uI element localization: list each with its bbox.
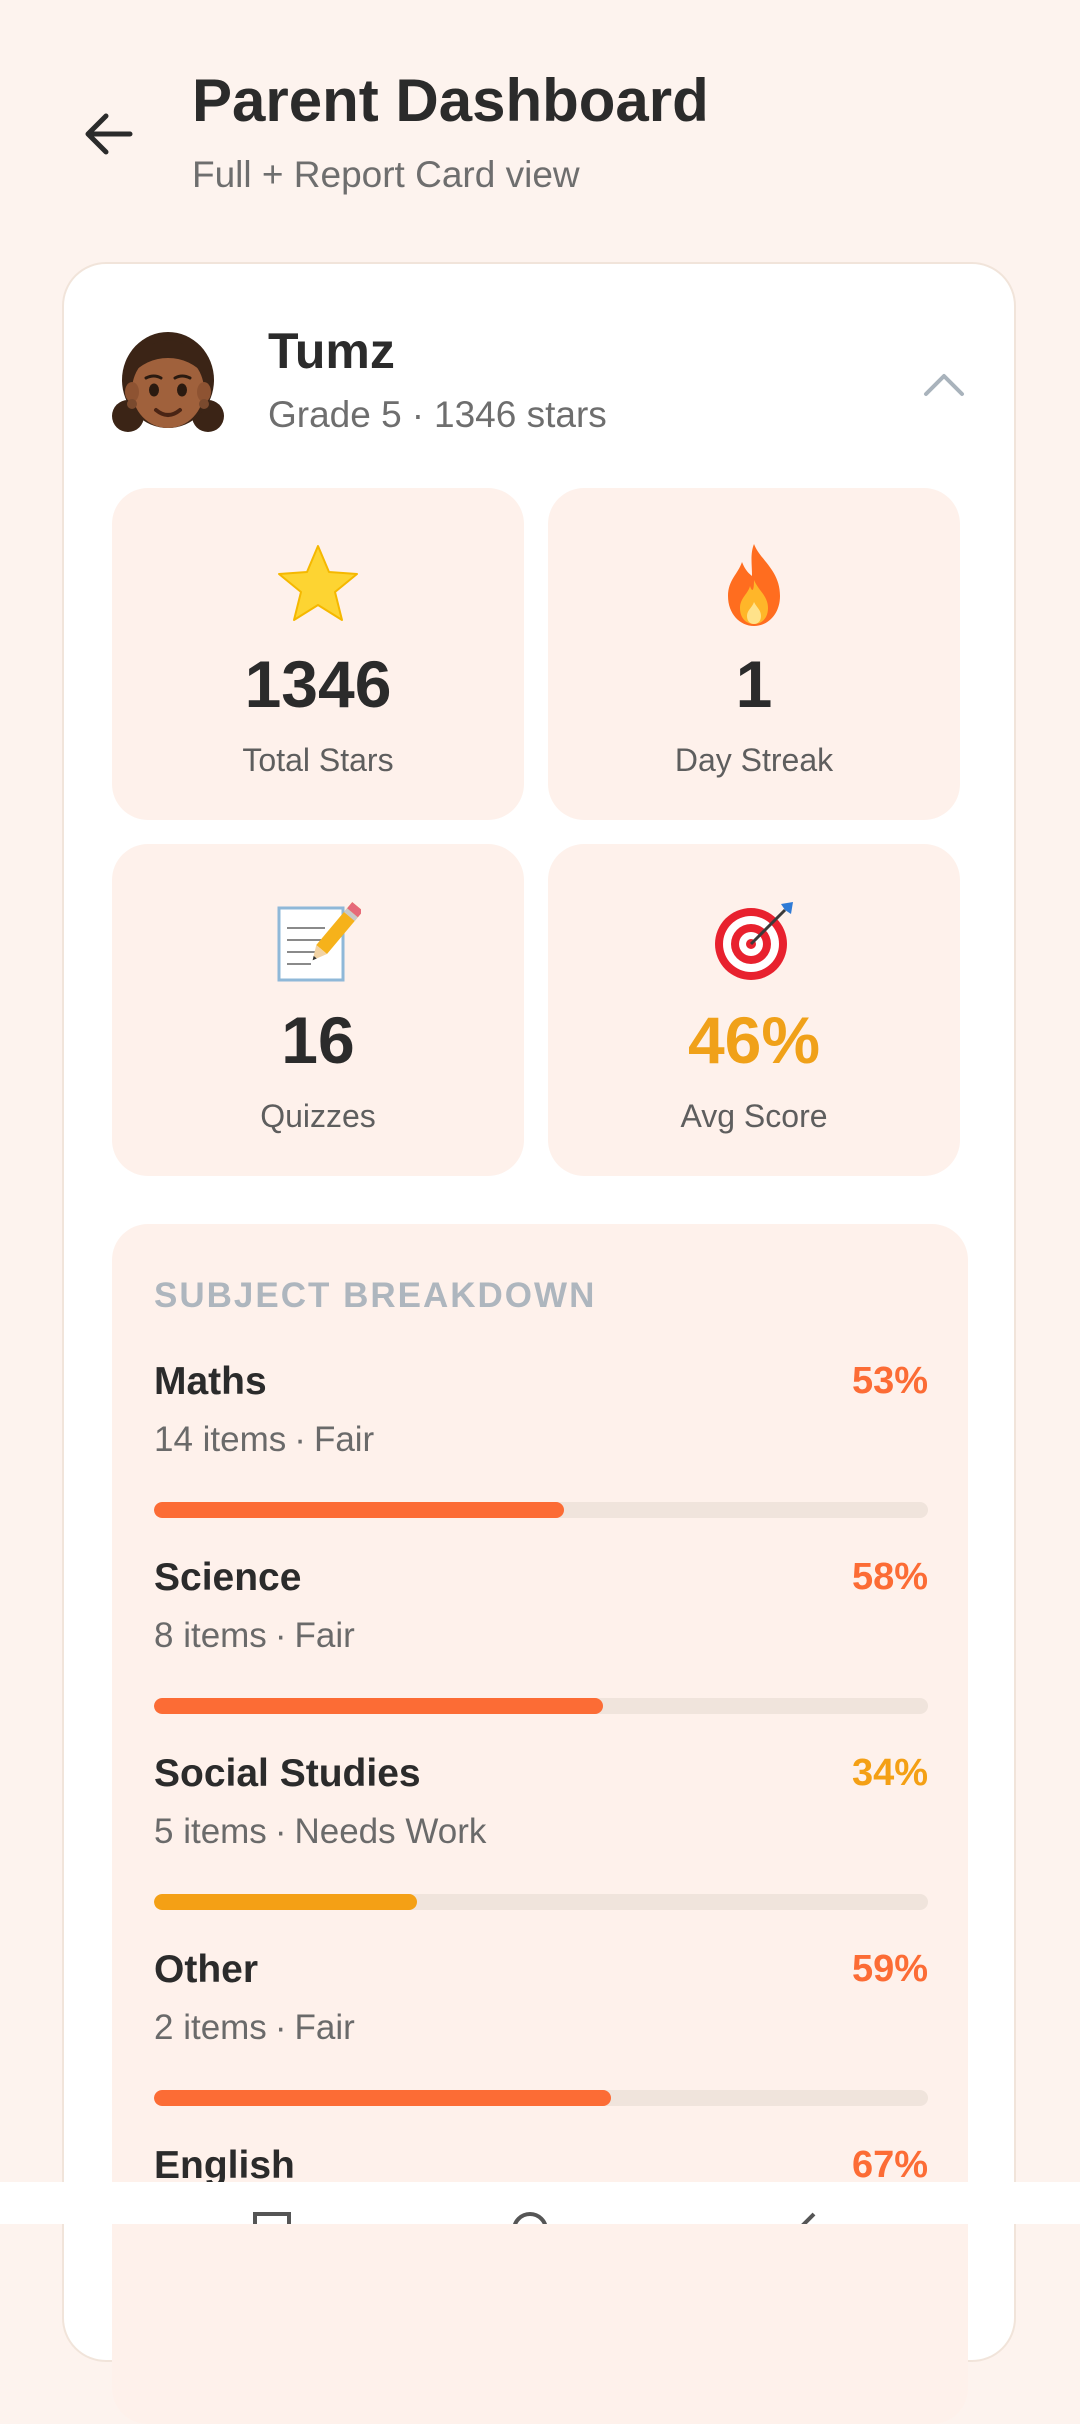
progress-fill (154, 1698, 603, 1714)
app-header: Parent Dashboard Full + Report Card view (0, 0, 1080, 240)
subject-items: 8 items (154, 1616, 267, 1655)
system-nav-bar (0, 2182, 1080, 2224)
stat-day-streak: 1 Day Streak (548, 488, 960, 820)
subject-items: 5 items (154, 1812, 267, 1851)
separator: · (294, 1420, 306, 1459)
subject-items: 2 items (154, 2008, 267, 2047)
stat-value: 1346 (244, 647, 392, 721)
arrow-left-icon (85, 113, 133, 155)
progress-track (154, 1502, 928, 1518)
child-card: Tumz Grade 5 · 1346 stars 1346 Total Stars… (62, 262, 1016, 2424)
separator: · (274, 1812, 287, 1851)
stat-label: Day Streak (674, 742, 834, 778)
subject-name: Maths (154, 1360, 267, 1403)
page-subtitle: Full + Report Card view (192, 154, 580, 195)
child-meta: Grade 5 · 1346 stars (268, 394, 607, 436)
progress-fill (154, 1894, 418, 1910)
subject-row: Maths 53% 14 items · Fair (154, 1360, 928, 1540)
memo-pencil-icon (112, 896, 524, 986)
progress-track (154, 1894, 928, 1910)
subject-rating: Fair (294, 1616, 355, 1655)
chevron-left-icon (801, 2212, 816, 2224)
stat-value: 1 (735, 647, 773, 721)
child-card-header[interactable]: Tumz Grade 5 · 1346 stars (64, 264, 1014, 464)
stat-label: Total Stars (242, 742, 394, 778)
back-button[interactable] (64, 90, 152, 178)
separator: · (274, 2008, 287, 2047)
subject-percent: 59% (851, 1948, 928, 1990)
subject-rating: Fair (294, 2008, 355, 2047)
subject-meta: 5 items · Needs Work (154, 1812, 486, 1852)
subject-meta: 14 items · Fair (154, 1420, 374, 1460)
subject-items: 14 items (154, 1420, 287, 1459)
stat-label: Quizzes (260, 1098, 376, 1134)
progress-fill (154, 2090, 611, 2106)
child-grade: Grade 5 (268, 394, 402, 435)
subject-meta: 8 items · Fair (154, 1616, 355, 1656)
subject-breakdown: SUBJECT BREAKDOWN Maths 53% 14 items · Fai… (112, 1224, 968, 2424)
subject-name: Other (154, 1948, 259, 1991)
child-name: Tumz (268, 323, 395, 379)
target-icon (548, 896, 960, 986)
recents-icon (253, 2212, 291, 2224)
recent-apps-button[interactable] (252, 2208, 292, 2224)
subject-rating: Needs Work (294, 1812, 487, 1851)
subject-row: Other 59% 2 items · Fair (154, 1948, 928, 2128)
separator: · (411, 394, 425, 435)
girl-avatar-icon (110, 324, 226, 440)
progress-fill (154, 1502, 565, 1518)
stat-value: 16 (281, 1003, 355, 1077)
subject-name: Social Studies (154, 1752, 421, 1795)
subject-name: Science (154, 1556, 302, 1599)
stat-quizzes: 16 Quizzes (112, 844, 524, 1176)
subject-row: Science 58% 8 items · Fair (154, 1556, 928, 1736)
progress-track (154, 1698, 928, 1714)
subject-row: Social Studies 34% 5 items · Needs Work (154, 1752, 928, 1932)
page-title: Parent Dashboard (192, 67, 709, 134)
star-icon (112, 540, 524, 630)
subject-row: English 67% (154, 2144, 928, 2324)
subject-percent: 67% (851, 2144, 928, 2186)
section-title: SUBJECT BREAKDOWN (154, 1276, 597, 1315)
subject-percent: 34% (851, 1752, 928, 1794)
subject-meta: 2 items · Fair (154, 2008, 355, 2048)
stat-value: 46% (687, 1003, 821, 1077)
subject-percent: 53% (851, 1360, 928, 1402)
subject-rating: Fair (313, 1420, 375, 1459)
home-icon (513, 2212, 547, 2224)
fire-icon (548, 540, 960, 630)
separator: · (274, 1616, 287, 1655)
subject-percent: 58% (851, 1556, 928, 1598)
chevron-up-icon (924, 374, 964, 396)
home-button[interactable] (510, 2208, 550, 2224)
stat-avg-score: 46% Avg Score (548, 844, 960, 1176)
collapse-toggle[interactable] (904, 344, 984, 424)
stat-label: Avg Score (680, 1098, 828, 1134)
system-back-button[interactable] (788, 2208, 828, 2224)
stat-total-stars: 1346 Total Stars (112, 488, 524, 820)
progress-track (154, 2090, 928, 2106)
child-stars: 1346 stars (434, 394, 607, 435)
